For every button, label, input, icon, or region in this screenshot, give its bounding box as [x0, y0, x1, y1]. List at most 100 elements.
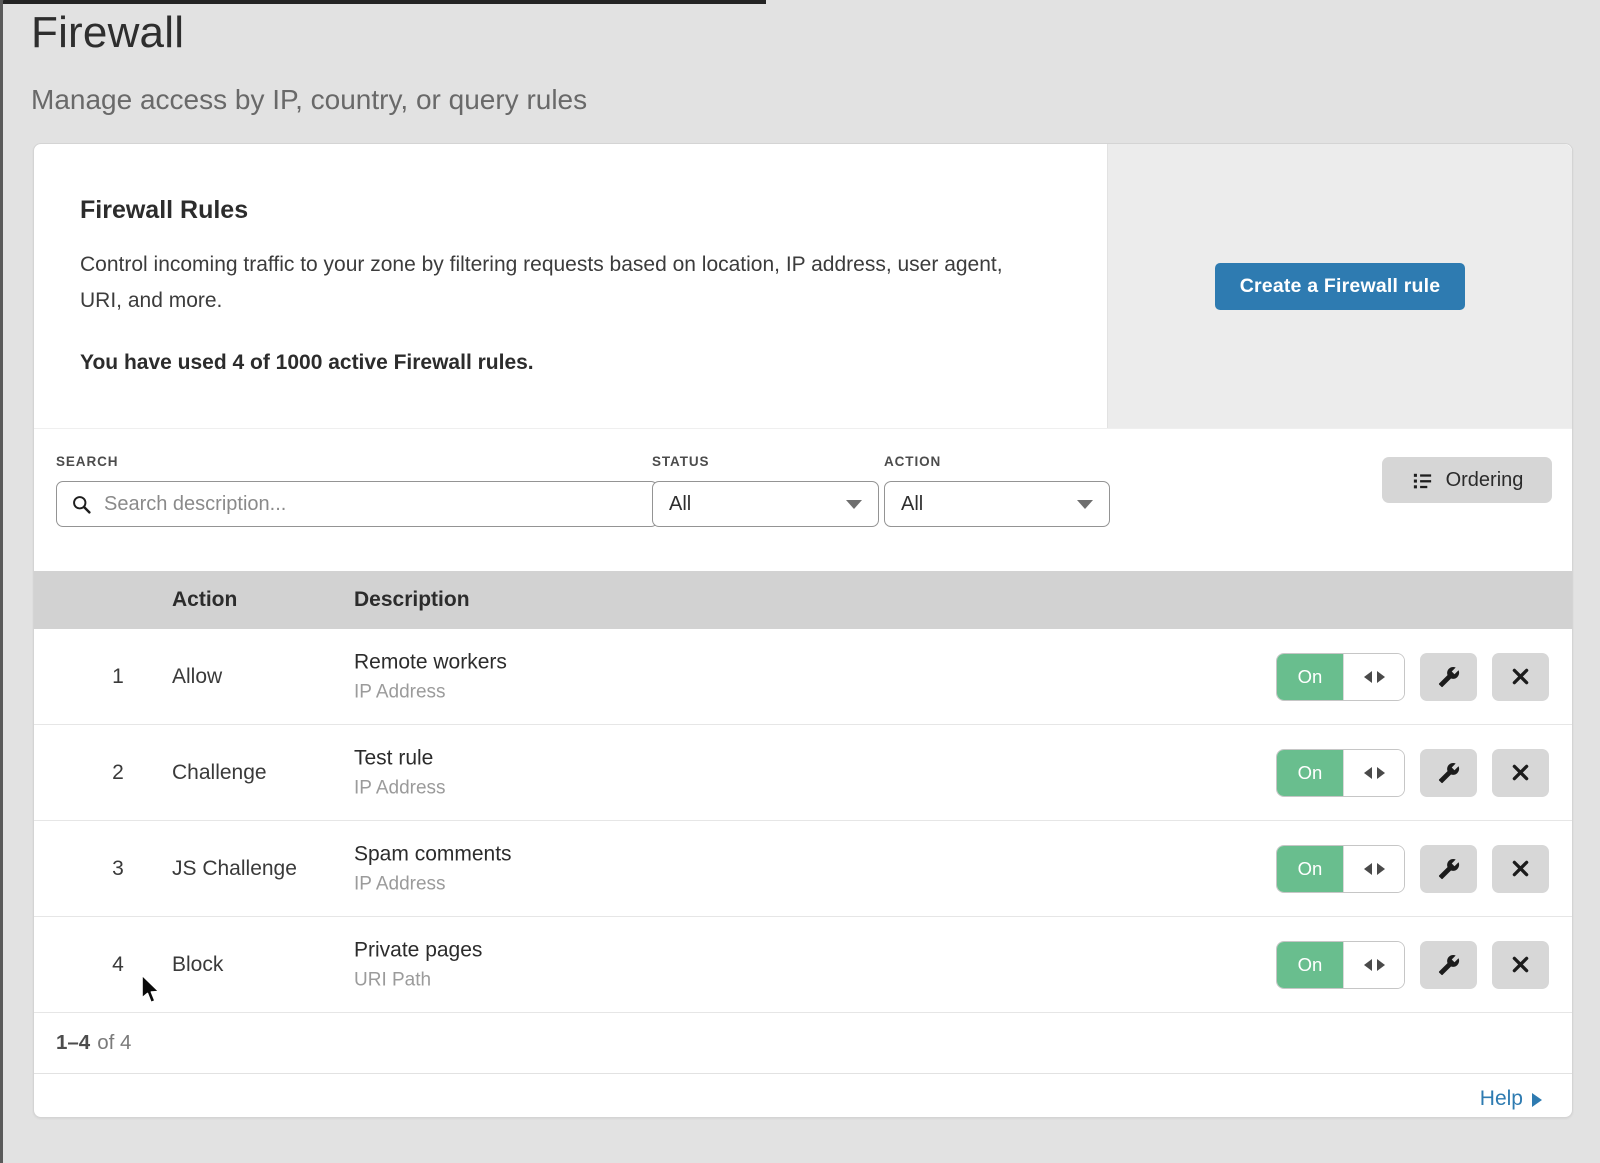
- rule-description: Remote workers: [354, 650, 507, 674]
- intro-text-block: Firewall Rules Control incoming traffic …: [34, 144, 1107, 428]
- wrench-icon: [1438, 954, 1460, 976]
- rule-description-cell: Test rule IP Address: [354, 746, 446, 799]
- rule-match-type: URI Path: [354, 969, 482, 991]
- status-selected-value: All: [669, 493, 691, 516]
- delete-rule-button[interactable]: [1492, 653, 1549, 701]
- left-triangle-icon: [1364, 671, 1372, 683]
- status-group: STATUS All: [652, 454, 879, 527]
- configure-rule-button[interactable]: [1420, 941, 1477, 989]
- toggle-on-label: On: [1277, 846, 1343, 892]
- firewall-page: Firewall Manage access by IP, country, o…: [0, 0, 1600, 1163]
- rule-description: Test rule: [354, 746, 446, 770]
- ordering-button-label: Ordering: [1446, 469, 1524, 492]
- action-selected-value: All: [901, 493, 923, 516]
- wrench-icon: [1438, 858, 1460, 880]
- configure-rule-button[interactable]: [1420, 845, 1477, 893]
- toggle-arrows-button[interactable]: [1343, 942, 1404, 988]
- toggle-on-label: On: [1277, 654, 1343, 700]
- rule-controls: On: [1276, 749, 1549, 797]
- x-icon: [1510, 858, 1531, 879]
- toggle-arrows-button[interactable]: [1343, 846, 1404, 892]
- pagination-total: of 4: [97, 1031, 131, 1055]
- rule-description-cell: Spam comments IP Address: [354, 842, 512, 895]
- rule-toggle[interactable]: On: [1276, 941, 1405, 989]
- rule-priority: 3: [98, 857, 138, 881]
- firewall-rules-usage: You have used 4 of 1000 active Firewall …: [80, 351, 1047, 375]
- table-row: 2 Challenge Test rule IP Address On: [34, 725, 1572, 821]
- column-header-action: Action: [172, 588, 237, 612]
- window-top-edge: [0, 0, 766, 4]
- ordering-button[interactable]: Ordering: [1382, 457, 1552, 503]
- table-row: 4 Block Private pages URI Path On: [34, 917, 1572, 1013]
- window-left-edge: [0, 0, 3, 1163]
- search-icon: [71, 494, 92, 515]
- x-icon: [1510, 666, 1531, 687]
- rule-controls: On: [1276, 845, 1549, 893]
- search-input[interactable]: [104, 493, 643, 516]
- delete-rule-button[interactable]: [1492, 941, 1549, 989]
- wrench-icon: [1438, 666, 1460, 688]
- status-label: STATUS: [652, 454, 879, 469]
- configure-rule-button[interactable]: [1420, 653, 1477, 701]
- table-header: Action Description: [34, 571, 1572, 629]
- rule-toggle[interactable]: On: [1276, 845, 1405, 893]
- rule-controls: On: [1276, 941, 1549, 989]
- status-select[interactable]: All: [652, 481, 879, 527]
- toggle-arrows-button[interactable]: [1343, 654, 1404, 700]
- action-label: ACTION: [884, 454, 1110, 469]
- rule-description-cell: Private pages URI Path: [354, 938, 482, 991]
- rule-priority: 4: [98, 953, 138, 977]
- chevron-down-icon: [846, 500, 862, 509]
- rule-controls: On: [1276, 653, 1549, 701]
- delete-rule-button[interactable]: [1492, 749, 1549, 797]
- delete-rule-button[interactable]: [1492, 845, 1549, 893]
- x-icon: [1510, 762, 1531, 783]
- page-title: Firewall: [31, 8, 587, 58]
- configure-rule-button[interactable]: [1420, 749, 1477, 797]
- chevron-down-icon: [1077, 500, 1093, 509]
- help-link-label: Help: [1480, 1087, 1523, 1111]
- column-header-description: Description: [354, 588, 470, 612]
- help-arrow-icon: [1532, 1093, 1542, 1107]
- ordered-list-icon: [1411, 469, 1434, 492]
- rule-action: Allow: [172, 665, 222, 689]
- rule-priority: 1: [98, 665, 138, 689]
- action-group: ACTION All: [884, 454, 1110, 527]
- help-link[interactable]: Help: [1480, 1087, 1542, 1111]
- toggle-on-label: On: [1277, 750, 1343, 796]
- left-triangle-icon: [1364, 863, 1372, 875]
- help-row: Help: [34, 1074, 1572, 1118]
- pagination-range: 1–4: [56, 1031, 90, 1055]
- left-triangle-icon: [1364, 767, 1372, 779]
- left-triangle-icon: [1364, 959, 1372, 971]
- x-icon: [1510, 954, 1531, 975]
- page-subtitle: Manage access by IP, country, or query r…: [31, 84, 587, 116]
- right-triangle-icon: [1377, 767, 1385, 779]
- pagination-info: 1–4 of 4: [34, 1013, 1572, 1074]
- rule-priority: 2: [98, 761, 138, 785]
- table-row: 1 Allow Remote workers IP Address On: [34, 629, 1572, 725]
- page-header: Firewall Manage access by IP, country, o…: [31, 8, 587, 116]
- table-row: 3 JS Challenge Spam comments IP Address …: [34, 821, 1572, 917]
- filter-bar: SEARCH STATUS All ACTION All: [34, 429, 1572, 571]
- rule-action: Challenge: [172, 761, 267, 785]
- rule-match-type: IP Address: [354, 681, 507, 703]
- rule-toggle[interactable]: On: [1276, 653, 1405, 701]
- rule-action: Block: [172, 953, 223, 977]
- firewall-rules-heading: Firewall Rules: [80, 196, 1047, 225]
- rule-description-cell: Remote workers IP Address: [354, 650, 507, 703]
- toggle-arrows-button[interactable]: [1343, 750, 1404, 796]
- create-firewall-rule-button[interactable]: Create a Firewall rule: [1215, 263, 1466, 310]
- main-card: Firewall Rules Control incoming traffic …: [33, 143, 1573, 1118]
- toggle-on-label: On: [1277, 942, 1343, 988]
- rule-action: JS Challenge: [172, 857, 297, 881]
- right-triangle-icon: [1377, 959, 1385, 971]
- action-select[interactable]: All: [884, 481, 1110, 527]
- search-label: SEARCH: [56, 454, 658, 469]
- rule-toggle[interactable]: On: [1276, 749, 1405, 797]
- firewall-rules-description: Control incoming traffic to your zone by…: [80, 247, 1040, 319]
- wrench-icon: [1438, 762, 1460, 784]
- rule-description: Spam comments: [354, 842, 512, 866]
- rule-description: Private pages: [354, 938, 482, 962]
- firewall-rules-intro: Firewall Rules Control incoming traffic …: [34, 144, 1572, 429]
